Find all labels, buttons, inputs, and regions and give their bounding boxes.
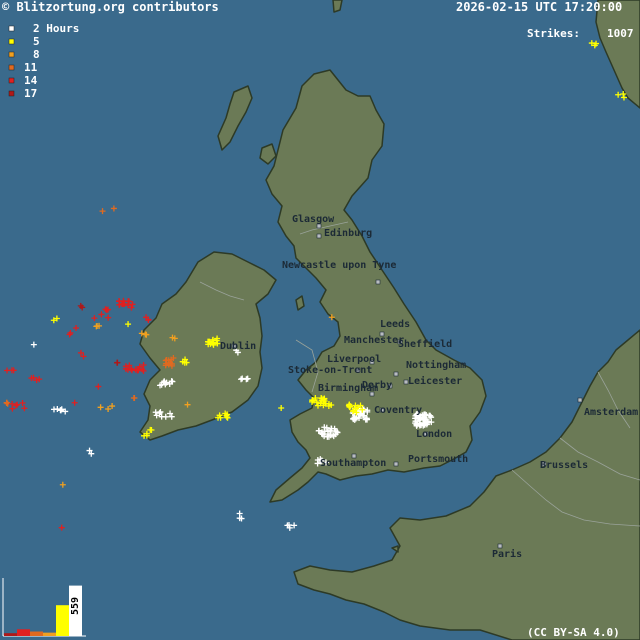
histogram-bar xyxy=(17,629,30,636)
legend-swatch xyxy=(8,90,15,97)
legend-swatch xyxy=(8,64,15,71)
legend-swatch xyxy=(8,38,15,45)
city-label-portsmouth: Portsmouth xyxy=(408,454,468,465)
city-label-southampton: Southampton xyxy=(320,458,386,469)
city-label-liverpool: Liverpool xyxy=(327,353,381,365)
legend-label: 8 xyxy=(33,48,40,61)
histogram-bar xyxy=(56,605,69,636)
license-text: (CC BY-SA 4.0) xyxy=(527,626,620,639)
legend-label: 14 xyxy=(24,74,38,87)
city-label-leeds: Leeds xyxy=(380,319,410,330)
credit-text: © Blitzortung.org contributors xyxy=(2,0,219,14)
city-label-leicester: Leicester xyxy=(408,375,462,387)
histogram-peak-label: 559 xyxy=(70,597,81,615)
city-label-birmingham: Birmingham xyxy=(318,382,378,394)
northern-isles xyxy=(332,0,343,13)
lightning-map[interactable]: Glasgow Edinburg Newcastle upon Tyne Lee… xyxy=(0,0,640,640)
city-label-coventry: Coventry xyxy=(374,405,422,416)
timestamp-text: 2026-02-15 UTC 17:20:00 xyxy=(456,0,622,14)
city-label-paris: Paris xyxy=(492,548,522,560)
legend-swatch xyxy=(8,25,15,32)
histogram-bar xyxy=(30,631,43,636)
legend-label: 17 xyxy=(24,87,37,100)
city-label-edinburg: Edinburg xyxy=(324,227,372,239)
city-label-stoke: Stoke-on-Trent xyxy=(288,365,372,376)
strikes-label: Strikes: xyxy=(527,27,580,40)
legend-swatch xyxy=(8,77,15,84)
city-label-glasgow: Glasgow xyxy=(292,214,335,225)
city-label-dublin: Dublin xyxy=(220,340,256,352)
city-label-newcastle: Newcastle upon Tyne xyxy=(282,260,396,271)
city-label-amsterdam: Amsterdam xyxy=(584,407,638,418)
histogram-bar xyxy=(4,633,17,636)
legend-label: 2 Hours xyxy=(33,22,79,35)
legend-label: 11 xyxy=(24,61,38,74)
city-label-sheffield: Sheffield xyxy=(398,338,452,350)
city-label-nottingham: Nottingham xyxy=(406,359,466,371)
city-label-manchester: Manchester xyxy=(344,335,404,346)
legend-swatch xyxy=(8,51,15,58)
legend-label: 5 xyxy=(33,35,40,48)
strikes-count: 1007 xyxy=(607,27,634,40)
city-label-brussels: Brussels xyxy=(540,460,588,471)
city-label-london: London xyxy=(416,429,452,440)
histogram-bar xyxy=(43,632,56,636)
